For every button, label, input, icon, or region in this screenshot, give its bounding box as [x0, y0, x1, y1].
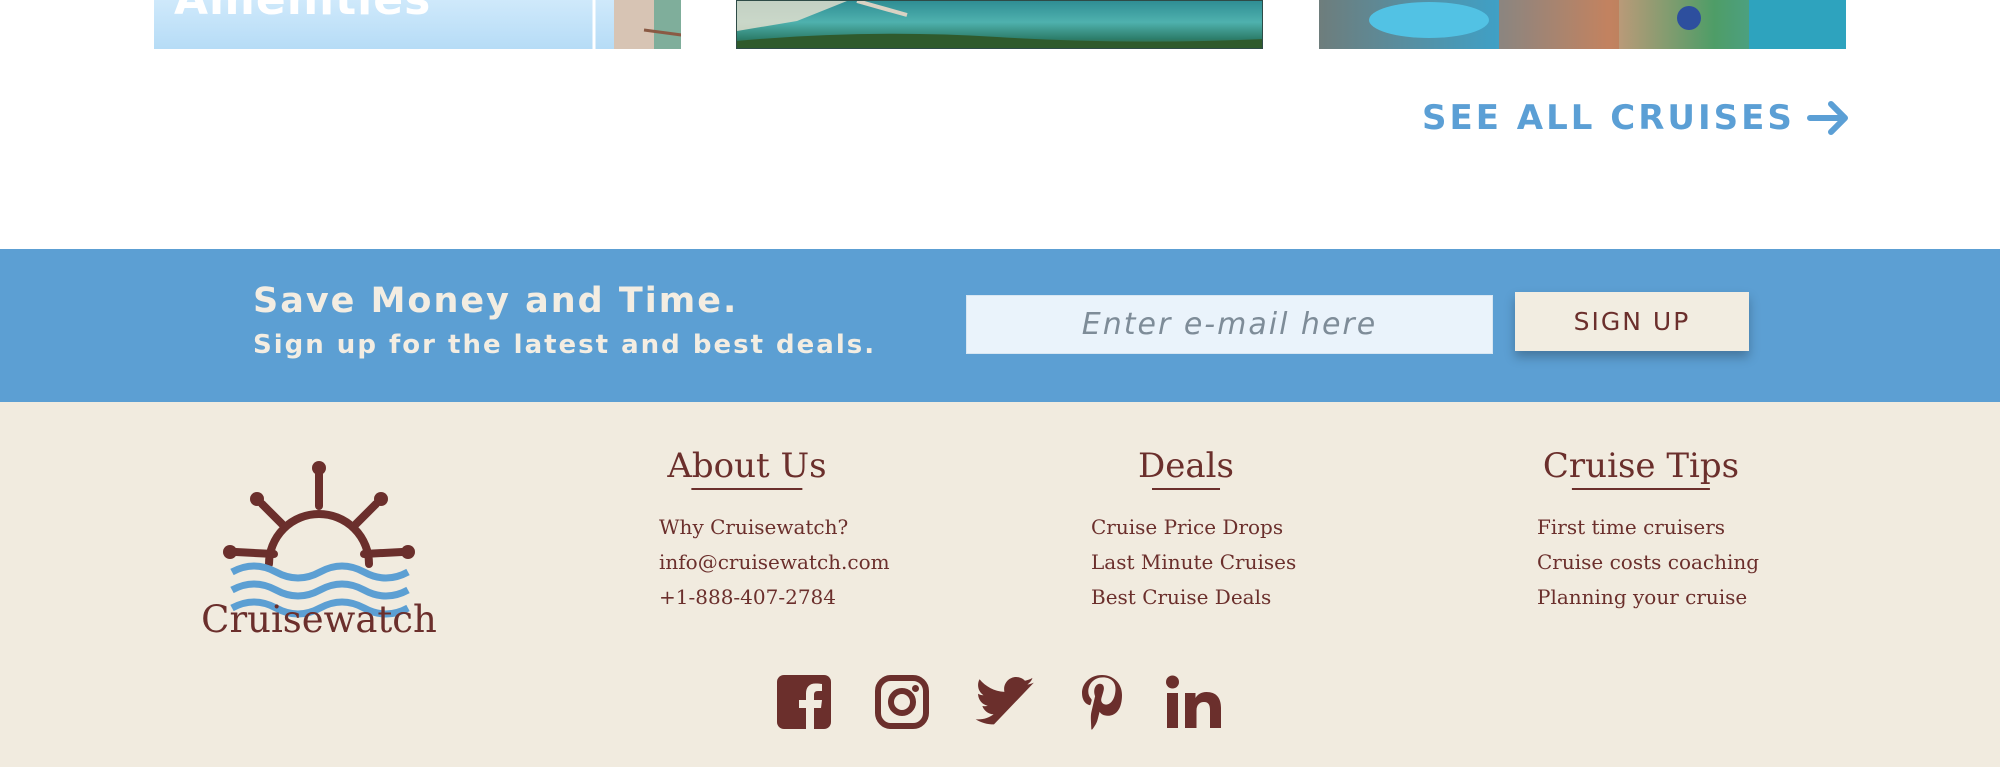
- footer-links-deals: Cruise Price Drops Last Minute Cruises B…: [1091, 510, 1296, 615]
- see-all-cruises-link[interactable]: SEE ALL CRUISES: [1422, 94, 1851, 142]
- footer-link-last-minute[interactable]: Last Minute Cruises: [1091, 545, 1296, 580]
- card-photo: [737, 1, 1262, 48]
- linkedin-icon[interactable]: [1166, 672, 1222, 732]
- cruise-card-resort[interactable]: [1319, 0, 1846, 49]
- pinterest-icon[interactable]: [1080, 672, 1124, 732]
- email-input[interactable]: [966, 295, 1493, 354]
- footer-link-email[interactable]: info@cruisewatch.com: [659, 545, 890, 580]
- sign-up-button[interactable]: SIGN UP: [1515, 292, 1749, 351]
- footer-link-price-drops[interactable]: Cruise Price Drops: [1091, 510, 1296, 545]
- cruise-card-amenities[interactable]: Amenities: [154, 0, 681, 49]
- footer-link-why-cruisewatch[interactable]: Why Cruisewatch?: [659, 510, 890, 545]
- footer-links-tips: First time cruisers Cruise costs coachin…: [1537, 510, 1759, 615]
- card-photo: [592, 0, 681, 49]
- newsletter-headline: Save Money and Time.: [253, 281, 739, 321]
- facebook-icon[interactable]: [777, 672, 831, 732]
- footer-link-first-time[interactable]: First time cruisers: [1537, 510, 1759, 545]
- card-title: Amenities: [174, 0, 431, 25]
- arrow-right-icon: [1806, 101, 1848, 135]
- twitter-icon[interactable]: [975, 672, 1035, 732]
- footer-links-about: Why Cruisewatch? info@cruisewatch.com +1…: [659, 510, 890, 615]
- footer-heading-tips: Cruise Tips: [1542, 446, 1740, 490]
- newsletter-subline: Sign up for the latest and best deals.: [253, 330, 877, 360]
- see-all-cruises-label: SEE ALL CRUISES: [1422, 98, 1795, 138]
- cruise-card-island[interactable]: [736, 0, 1263, 49]
- footer-heading-deals: Deals: [1138, 446, 1234, 490]
- footer-link-planning[interactable]: Planning your cruise: [1537, 580, 1759, 615]
- brand-name: Cruisewatch: [201, 598, 437, 641]
- footer-link-best-deals[interactable]: Best Cruise Deals: [1091, 580, 1296, 615]
- footer-link-costs-coaching[interactable]: Cruise costs coaching: [1537, 545, 1759, 580]
- card-photo: [1369, 0, 1846, 49]
- footer-link-phone[interactable]: +1-888-407-2784: [659, 580, 890, 615]
- footer-heading-about: About Us: [667, 446, 827, 490]
- instagram-icon[interactable]: [875, 672, 929, 732]
